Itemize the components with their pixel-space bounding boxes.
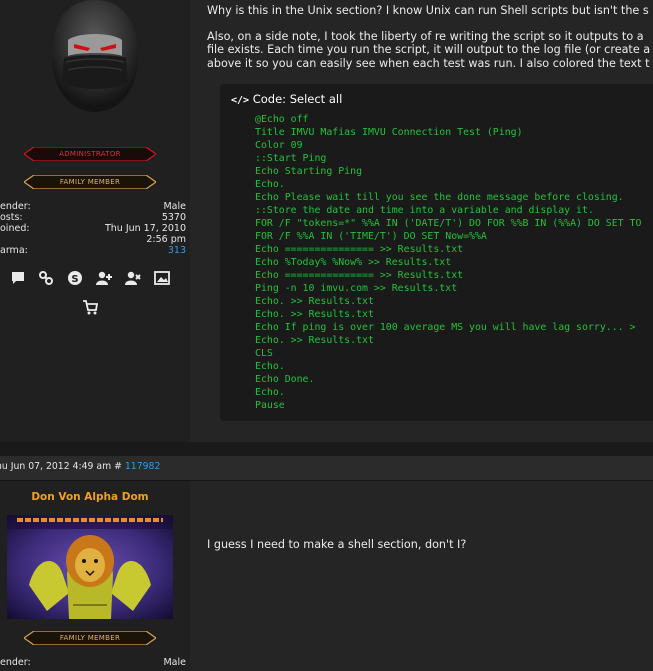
code-line: Echo. bbox=[255, 387, 285, 398]
code-line: Echo. >> Results.txt bbox=[255, 296, 374, 307]
post2-message: I guess I need to make a shell section, … bbox=[207, 538, 467, 551]
code-line: Echo =============== >> Results.txt bbox=[255, 270, 464, 281]
rank-badge-family-member: FAMILY MEMBER bbox=[24, 631, 156, 645]
avatar[interactable] bbox=[48, 0, 142, 112]
code-line: Color 09 bbox=[255, 140, 303, 151]
code-line: ::Start Ping bbox=[255, 153, 327, 164]
code-line: Pause bbox=[255, 400, 285, 411]
shopping-cart-icon[interactable] bbox=[82, 299, 98, 315]
rank-badge-administrator: ADMINISTRATOR bbox=[24, 147, 156, 161]
post-separator bbox=[0, 442, 653, 456]
code-line: Title IMVU Mafias IMVU Connection Test (… bbox=[255, 127, 523, 138]
message-line: above it so you can easily see when each… bbox=[207, 56, 650, 70]
message-paragraph: Why is this in the Unix section? I know … bbox=[207, 4, 649, 17]
code-line: ::Store the date and time into a variabl… bbox=[255, 205, 594, 216]
code-line: Echo Please wait till you see the done m… bbox=[255, 192, 624, 203]
remove-friend-icon[interactable] bbox=[125, 270, 141, 286]
code-line: @Echo off bbox=[255, 114, 309, 125]
code-icon: </> bbox=[231, 95, 250, 106]
code-line: Echo. bbox=[255, 361, 285, 372]
code-line: Echo %Today% %Now% >> Results.txt bbox=[255, 257, 452, 268]
post-permalink[interactable]: 117982 bbox=[125, 461, 161, 472]
svg-text:S: S bbox=[71, 274, 78, 285]
post1-message: Why is this in the Unix section? I know … bbox=[207, 4, 653, 70]
code-line: Echo Done. bbox=[255, 374, 315, 385]
code-line: Ping -n 10 imvu.com >> Results.txt bbox=[255, 283, 458, 294]
code-select-all-link[interactable]: Code: Select all bbox=[253, 92, 343, 106]
code-line: Echo. >> Results.txt bbox=[255, 309, 374, 320]
code-header[interactable]: </> Code: Select all bbox=[231, 92, 342, 106]
message-line: Also, on a side note, I took the liberty… bbox=[207, 30, 644, 44]
link-icon[interactable] bbox=[38, 270, 54, 286]
comment-icon[interactable] bbox=[10, 270, 26, 286]
code-line: Echo If ping is over 100 average MS you … bbox=[255, 322, 636, 333]
gallery-icon[interactable] bbox=[154, 270, 170, 286]
post2-author[interactable]: Don Von Alpha Dom bbox=[0, 491, 180, 503]
rank-badge-family-member: FAMILY MEMBER bbox=[24, 175, 156, 189]
code-line: Echo Starting Ping bbox=[255, 166, 363, 177]
code-line: CLS bbox=[255, 348, 273, 359]
skype-icon[interactable]: S bbox=[67, 270, 83, 286]
code-line: Echo. bbox=[255, 179, 285, 190]
avatar[interactable] bbox=[7, 515, 173, 619]
code-line: FOR /F %%A IN ('TIME/T') DO SET Now=%%A bbox=[255, 231, 487, 242]
post2-content bbox=[190, 481, 653, 671]
code-line: FOR /F "tokens=*" %%A IN ('DATE/T') DO F… bbox=[255, 218, 642, 229]
add-friend-icon[interactable] bbox=[96, 270, 112, 286]
code-line: Echo. >> Results.txt bbox=[255, 335, 374, 346]
post2-date: hu Jun 07, 2012 4:49 am # 117982 bbox=[0, 461, 161, 472]
code-line: Echo =============== >> Results.txt bbox=[255, 244, 464, 255]
message-line: file exists. Each time you run the scrip… bbox=[207, 43, 651, 57]
code-content[interactable]: @Echo off Title IMVU Mafias IMVU Connecti… bbox=[255, 113, 641, 412]
